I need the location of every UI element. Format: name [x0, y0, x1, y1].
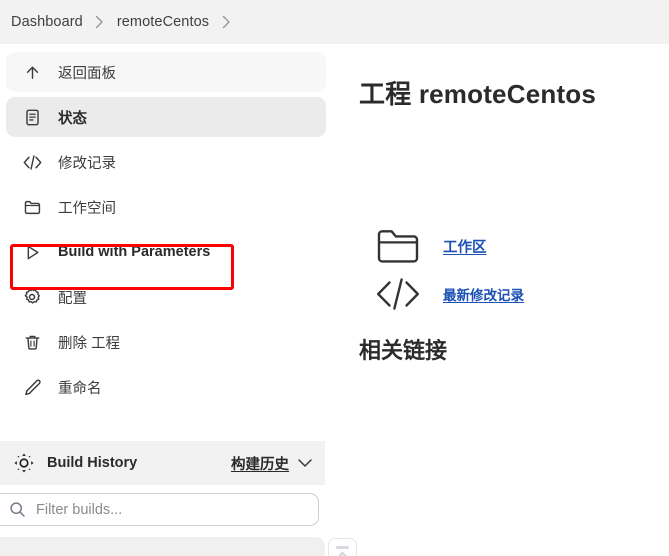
- play-icon: [20, 240, 44, 264]
- sidebar-item-configure[interactable]: 配置: [6, 277, 326, 317]
- sidebar-item-label: 工作空间: [58, 200, 116, 217]
- main-content: 工程 remoteCentos: [359, 52, 669, 111]
- sidebar-item-delete-project[interactable]: 删除 工程: [6, 322, 326, 362]
- breadcrumb-item-dashboard[interactable]: Dashboard: [7, 12, 87, 32]
- build-history-list-panel: [0, 537, 325, 556]
- sidebar-item-status[interactable]: 状态: [6, 97, 326, 137]
- gear-icon: [20, 285, 44, 309]
- sidebar-item-label: 返回面板: [58, 65, 116, 82]
- related-links-list: 工作区 最新修改记录: [359, 222, 659, 318]
- related-link-label[interactable]: 工作区: [443, 236, 487, 257]
- search-input[interactable]: [36, 501, 286, 518]
- code-icon: [20, 150, 44, 174]
- sidebar-item-label: Build with Parameters: [58, 244, 211, 260]
- scroll-to-top-button[interactable]: [328, 538, 357, 556]
- related-link-workspace[interactable]: 工作区: [359, 222, 659, 270]
- sidebar-item-build-with-parameters[interactable]: Build with Parameters: [6, 232, 326, 272]
- chevron-right-icon: [87, 12, 113, 32]
- search-icon: [9, 501, 27, 518]
- sidebar-item-label: 删除 工程: [58, 335, 121, 352]
- sidebar-item-label: 重命名: [58, 380, 102, 397]
- scroll-to-top-icon: [336, 551, 349, 556]
- related-links-heading: 相关链接: [359, 338, 448, 363]
- build-history-title: Build History: [47, 455, 138, 471]
- folder-icon: [20, 195, 44, 219]
- sidebar-item-workspace[interactable]: 工作空间: [6, 187, 326, 227]
- code-icon: [375, 274, 421, 314]
- sidebar-item-back-to-dashboard[interactable]: 返回面板: [6, 52, 326, 92]
- build-history-icon: [11, 450, 37, 476]
- scroll-to-top-bar: [336, 546, 349, 549]
- folder-icon: [375, 226, 421, 266]
- sidebar-item-label: 配置: [58, 290, 87, 307]
- pencil-icon: [20, 375, 44, 399]
- document-icon: [20, 105, 44, 129]
- sidebar: 返回面板 状态 修改记录 工作空间 Build with Parameters …: [0, 52, 333, 412]
- related-link-label[interactable]: 最新修改记录: [443, 284, 524, 304]
- breadcrumb-item-remotecentos[interactable]: remoteCentos: [113, 12, 213, 32]
- jenkins-job-page: Dashboard remoteCentos 返回面板 状态 修改记录 工作空间…: [0, 0, 669, 556]
- related-link-recent-changes[interactable]: 最新修改记录: [359, 270, 659, 318]
- sidebar-item-label: 修改记录: [58, 155, 116, 172]
- breadcrumb: Dashboard remoteCentos: [0, 0, 669, 44]
- page-title: 工程 remoteCentos: [359, 79, 597, 109]
- arrow-up-icon: [20, 60, 44, 84]
- build-history-link[interactable]: 构建历史: [231, 453, 289, 474]
- chevron-down-icon[interactable]: [298, 458, 312, 468]
- sidebar-item-changes[interactable]: 修改记录: [6, 142, 326, 182]
- build-history-header: Build History 构建历史: [0, 441, 325, 485]
- trash-icon: [20, 330, 44, 354]
- build-history-actions: 构建历史: [231, 453, 312, 474]
- filter-builds-field[interactable]: [0, 493, 319, 526]
- sidebar-item-label: 状态: [58, 110, 87, 127]
- sidebar-item-rename[interactable]: 重命名: [6, 367, 326, 407]
- chevron-right-icon[interactable]: [213, 12, 239, 32]
